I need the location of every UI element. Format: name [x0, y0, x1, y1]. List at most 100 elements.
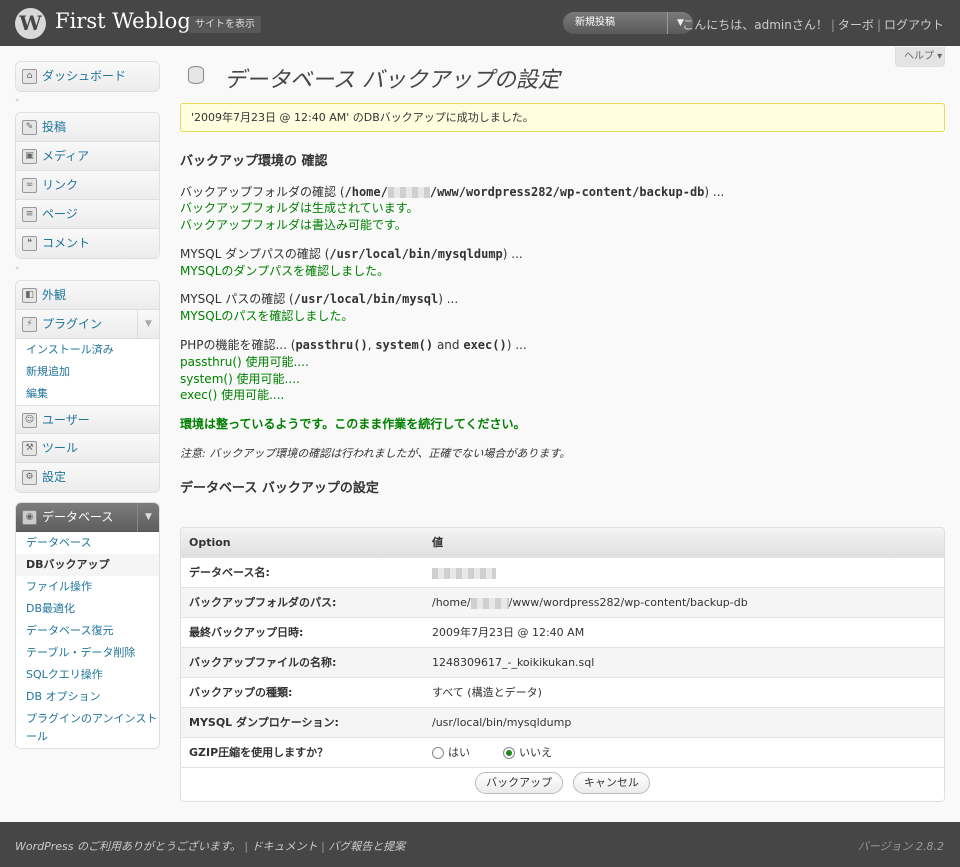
help-button[interactable]: ヘルプ ▾ — [895, 47, 945, 67]
exec-status: exec() 使用可能.... — [180, 388, 285, 402]
turbo-link[interactable]: ターボ — [838, 18, 874, 32]
admin-footer: WordPress のご利用ありがとうございます。 | ドキュメント | バグ報… — [0, 822, 960, 867]
submenu-item-db-backup[interactable]: DBバックアップ — [16, 554, 159, 576]
submenu-item-uninstall[interactable]: プラグインのアンインストール — [16, 708, 159, 748]
dump-ok-status: MYSQLのダンプパスを確認しました。 — [180, 264, 390, 278]
gzip-no-radio[interactable] — [503, 747, 515, 759]
dump-check-suffix: ) ... — [502, 247, 523, 261]
view-site-button[interactable]: サイトを表示 — [189, 16, 261, 33]
sidebar-item-tools[interactable]: ⚒ ツール — [16, 434, 159, 463]
sidebar-item-settings[interactable]: ⚙ 設定 — [16, 463, 159, 492]
submenu-item-db-restore[interactable]: データベース復元 — [16, 620, 159, 642]
submenu-item-table-delete[interactable]: テーブル・データ削除 — [16, 642, 159, 664]
redacted-db-name — [432, 567, 496, 579]
folder-check-line: バックアップフォルダの確認 (/home/ /www/wordpress282/w… — [180, 183, 724, 200]
folder-path-part: /www/wordpress282/wp-content/backup-db — [508, 596, 748, 609]
redacted-username — [470, 597, 509, 609]
folder-path-part: /home/ — [344, 185, 388, 199]
redacted-username — [387, 187, 430, 198]
table-row: バックアップフォルダのパス: /home/ /www/wordpress282/w… — [181, 588, 944, 618]
row-value: すべて (構造とデータ) — [432, 686, 542, 699]
media-icon: ▣ — [22, 149, 37, 164]
row-label: バックアップファイルの名称: — [189, 656, 337, 669]
submenu-item-editor[interactable]: 編集 — [16, 383, 159, 405]
row-value: 2009年7月23日 @ 12:40 AM — [432, 626, 585, 639]
folder-created-status: バックアップフォルダは生成されています。 — [180, 201, 419, 215]
submenu-item-installed[interactable]: インストール済み — [16, 339, 159, 361]
row-value: /home/ /www/wordpress282/wp-content/backu… — [432, 588, 748, 618]
backup-options-table: Option 値 データベース名: バックアップフォルダのパス: /home//… — [180, 527, 945, 802]
sidebar-item-label: プラグイン — [42, 317, 103, 331]
gzip-yes-label[interactable]: はい — [448, 746, 470, 759]
new-post-dropdown[interactable]: 新規投稿 ▼ — [563, 12, 693, 34]
database-icon — [188, 66, 204, 84]
sidebar-item-label: ダッシュボード — [42, 69, 127, 83]
php-check-line: PHPの機能を確認... (passthru(), system() and e… — [180, 336, 527, 353]
backup-button[interactable]: バックアップ — [475, 772, 564, 794]
logout-link[interactable]: ログアウト — [884, 18, 944, 32]
dump-check-line: MYSQL ダンプパスの確認 (/usr/local/bin/mysqldump… — [180, 245, 523, 262]
submenu-item-file-ops[interactable]: ファイル操作 — [16, 576, 159, 598]
menu-separator-arrow-icon[interactable]: « — [15, 96, 160, 104]
php-function: exec() — [463, 338, 507, 352]
sidebar-item-label: データベース — [42, 510, 114, 524]
sidebar-item-media[interactable]: ▣ メディア — [16, 142, 159, 171]
submenu-item-sql-query[interactable]: SQLクエリ操作 — [16, 664, 159, 686]
sidebar-item-comments[interactable]: ❝ コメント — [16, 229, 159, 258]
wordpress-logo-icon[interactable]: W — [15, 8, 46, 39]
appearance-icon: ◧ — [22, 288, 37, 303]
folder-path-part: /www/wordpress282/wp-content/backup-db — [429, 185, 705, 199]
mysql-check-suffix: ) ... — [438, 292, 459, 306]
row-label: バックアップの種類: — [189, 686, 293, 699]
sidebar-item-label: コメント — [42, 236, 91, 250]
menu-content-group: ✎ 投稿 ▣ メディア ∞ リンク ≡ ページ ❝ コメント — [15, 112, 160, 259]
folder-check-prefix: バックアップフォルダの確認 ( — [180, 185, 345, 199]
table-row: GZIP圧縮を使用しますか？ はい いいえ — [181, 738, 944, 768]
footer-thanks-link[interactable]: WordPress のご利用ありがとうございます。 — [15, 840, 241, 853]
sidebar-item-label: 設定 — [42, 470, 67, 484]
row-value: /usr/local/bin/mysqldump — [432, 716, 572, 729]
users-icon: ☺ — [22, 413, 37, 428]
passthru-status: passthru() 使用可能.... — [180, 355, 309, 369]
sidebar-item-links[interactable]: ∞ リンク — [16, 171, 159, 200]
gzip-radio-group: はい いいえ — [432, 738, 552, 768]
submenu-item-db-options[interactable]: DB オプション — [16, 686, 159, 708]
dump-path: /usr/local/bin/mysqldump — [329, 247, 503, 261]
sidebar-item-users[interactable]: ☺ ユーザー — [16, 405, 159, 434]
submenu-item-add-new[interactable]: 新規追加 — [16, 361, 159, 383]
sidebar-item-posts[interactable]: ✎ 投稿 — [16, 113, 159, 142]
new-post-label: 新規投稿 — [575, 17, 615, 28]
sidebar-item-label: 外観 — [42, 288, 67, 302]
gzip-no-label[interactable]: いいえ — [519, 746, 552, 759]
env-note: 注意: バックアップ環境の確認は行われましたが、正確でない場合があります。 — [180, 447, 571, 460]
sidebar-item-pages[interactable]: ≡ ページ — [16, 200, 159, 229]
table-header: Option 値 — [181, 528, 944, 558]
table-row: MYSQL ダンプロケーション: /usr/local/bin/mysqldum… — [181, 708, 944, 738]
column-header-value: 値 — [432, 536, 443, 549]
table-row: 最終バックアップ日時: 2009年7月23日 @ 12:40 AM — [181, 618, 944, 648]
gzip-yes-radio[interactable] — [432, 747, 444, 759]
menu-separator-arrow-icon[interactable]: « — [15, 264, 160, 272]
chevron-down-icon[interactable]: ▼ — [137, 310, 159, 339]
admin-header: W First Weblog サイトを表示 新規投稿 ▼ こんにちは、admin… — [0, 0, 960, 46]
submenu-item-db-optimize[interactable]: DB最適化 — [16, 598, 159, 620]
help-label: ヘルプ — [904, 51, 934, 62]
submenu-item-database[interactable]: データベース — [16, 532, 159, 554]
site-title: First Weblog — [55, 9, 191, 33]
footer-docs-link[interactable]: ドキュメント — [252, 840, 318, 853]
sidebar-item-label: ユーザー — [42, 413, 90, 427]
sidebar-item-appearance[interactable]: ◧ 外観 — [16, 281, 159, 310]
cancel-button[interactable]: キャンセル — [572, 772, 650, 794]
php-check-suffix: ) ... — [506, 338, 527, 352]
row-label: MYSQL ダンプロケーション: — [189, 716, 339, 729]
page-title: データベース バックアップの設定 — [224, 68, 560, 93]
sidebar-item-plugins[interactable]: ⚡ プラグイン ▼ — [16, 310, 159, 339]
sidebar-item-dashboard[interactable]: ⌂ ダッシュボード — [16, 62, 159, 91]
env-ok-message: 環境は整っているようです。このまま作業を続行してください。 — [180, 417, 526, 431]
php-separator: and — [433, 338, 464, 352]
sidebar-item-database[interactable]: ◉ データベース ▼ — [16, 503, 159, 532]
footer-bugs-link[interactable]: バグ報告と提案 — [328, 840, 405, 853]
chevron-down-icon[interactable]: ▼ — [137, 503, 159, 532]
php-function: passthru() — [295, 338, 368, 352]
pin-icon: ✎ — [22, 120, 37, 135]
